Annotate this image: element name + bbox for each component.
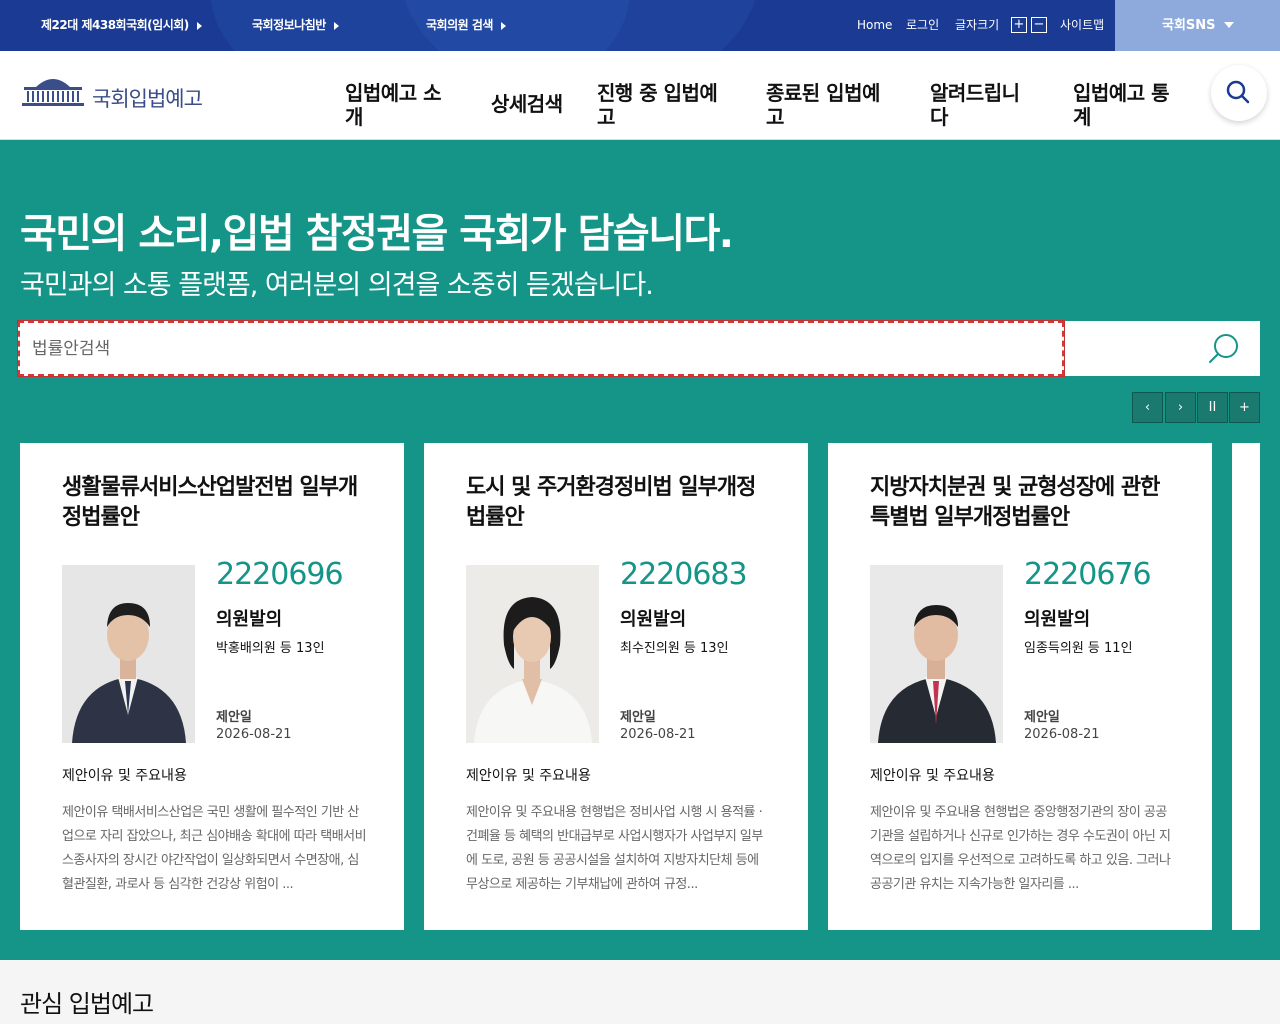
assembly-building-icon: [22, 79, 84, 106]
nav-notices[interactable]: 알려드립니다: [930, 81, 1035, 129]
proposal-date: 2026-08-21: [1024, 727, 1100, 742]
proposal-date-label: 제안일: [1024, 710, 1060, 725]
hero-section: 국민의 소리,입법 참정권을 국회가 담습니다. 국민과의 소통 플랫폼, 여러…: [0, 140, 1280, 960]
bill-title[interactable]: 도시 및 주거환경정비법 일부개정법률안: [466, 473, 766, 533]
bill-number: 2220676: [1024, 557, 1152, 592]
caret-right-icon: [333, 21, 339, 30]
bill-kind: 의원발의: [216, 609, 283, 630]
bill-card[interactable]: 도시 및 주거환경정비법 일부개정법률안 2220683 의원발의 최수진의원 …: [424, 443, 808, 930]
nav-closed[interactable]: 종료된 입법예고: [766, 81, 891, 129]
login-link[interactable]: 로그인: [906, 0, 939, 51]
bill-title[interactable]: 생활물류서비스산업발전법 일부개정법률안: [62, 473, 362, 533]
bill-card[interactable]: 생활물류서비스산업발전법 일부개정법률안 2220696 의원발의 박홍배의원 …: [20, 443, 404, 930]
sns-label: 국회SNS: [1162, 18, 1216, 33]
bill-search-input[interactable]: [17, 320, 1065, 377]
reason-summary: 제안이유 및 주요내용 현행법은 중앙행정기관의 장이 공공기관을 설립하거나 …: [870, 805, 1171, 892]
search-submit-button[interactable]: [1204, 330, 1244, 368]
nav-detail-search[interactable]: 상세검색: [491, 92, 581, 116]
bill-number: 2220696: [216, 557, 344, 592]
slider-next-button[interactable]: ›: [1165, 392, 1196, 423]
font-size-label: 글자크기: [955, 18, 1000, 32]
slider-more-button[interactable]: +: [1229, 392, 1260, 423]
session-link[interactable]: 제22대 제438회국회(임시회): [41, 0, 202, 51]
bill-proposer: 최수진의원 등 13인: [620, 641, 729, 656]
compass-link[interactable]: 국회정보나침반: [252, 0, 339, 51]
home-link[interactable]: Home: [857, 0, 892, 51]
reason-heading: 제안이유 및 주요내용: [466, 768, 591, 784]
font-increase-button[interactable]: +: [1011, 17, 1027, 33]
proposal-date: 2026-08-21: [620, 727, 696, 742]
chevron-down-icon: [1224, 22, 1234, 28]
bill-search-form: [17, 320, 1260, 377]
bill-proposer: 임종득의원 등 11인: [1024, 641, 1133, 656]
interest-section: 관심 입법예고: [0, 960, 1280, 1024]
caret-right-icon: [500, 21, 506, 30]
reason-heading: 제안이유 및 주요내용: [62, 768, 187, 784]
font-decrease-button[interactable]: −: [1031, 17, 1047, 33]
nav-statistics[interactable]: 입법예고 통계: [1073, 81, 1183, 129]
bill-kind: 의원발의: [620, 609, 687, 630]
search-icon: [1209, 334, 1238, 363]
reason-summary: 제안이유 택배서비스산업은 국민 생활에 필수적인 기반 산업으로 자리 잡았으…: [62, 805, 367, 892]
bill-title[interactable]: 지방자치분권 및 균형성장에 관한 특별법 일부개정법률안: [870, 473, 1170, 533]
header-search-button[interactable]: [1211, 65, 1267, 121]
proposer-photo: [466, 565, 599, 743]
hero-title: 국민의 소리,입법 참정권을 국회가 담습니다.: [20, 211, 734, 257]
proposal-date-label: 제안일: [620, 710, 656, 725]
next-card-peek[interactable]: [1232, 443, 1260, 930]
member-search-link[interactable]: 국회의원 검색: [426, 0, 506, 51]
nav-intro[interactable]: 입법예고 소개: [345, 81, 455, 129]
proposer-photo: [870, 565, 1003, 743]
sns-dropdown[interactable]: 국회SNS: [1115, 0, 1280, 51]
caret-right-icon: [196, 21, 202, 30]
site-logo[interactable]: 국회입법예고: [22, 71, 222, 119]
slider-pause-button[interactable]: II: [1197, 392, 1228, 423]
interest-heading: 관심 입법예고: [20, 990, 154, 1018]
proposal-date: 2026-08-21: [216, 727, 292, 742]
bill-card[interactable]: 지방자치분권 및 균형성장에 관한 특별법 일부개정법률안 2220676 의원…: [828, 443, 1212, 930]
sitemap-link[interactable]: 사이트맵: [1060, 0, 1104, 51]
bill-number: 2220683: [620, 557, 748, 592]
top-utility-bar: 제22대 제438회국회(임시회) 국회정보나침반 국회의원 검색 Home 로…: [0, 0, 1280, 51]
site-header: 국회입법예고 입법예고 소개 상세검색 진행 중 입법예고 종료된 입법예고 알…: [0, 51, 1280, 140]
proposal-date-label: 제안일: [216, 710, 252, 725]
bill-kind: 의원발의: [1024, 609, 1091, 630]
bill-proposer: 박홍배의원 등 13인: [216, 641, 325, 656]
reason-heading: 제안이유 및 주요내용: [870, 768, 995, 784]
nav-ongoing[interactable]: 진행 중 입법예고: [597, 81, 727, 129]
search-icon: [1226, 80, 1250, 104]
slider-prev-button[interactable]: ‹: [1132, 392, 1163, 423]
hero-subtitle: 국민과의 소통 플랫폼, 여러분의 의견을 소중히 듣겠습니다.: [20, 270, 654, 301]
reason-summary: 제안이유 및 주요내용 현행법은 정비사업 시행 시 용적률 · 건폐율 등 혜…: [466, 805, 763, 892]
proposer-photo: [62, 565, 195, 743]
logo-text: 국회입법예고: [92, 87, 203, 111]
